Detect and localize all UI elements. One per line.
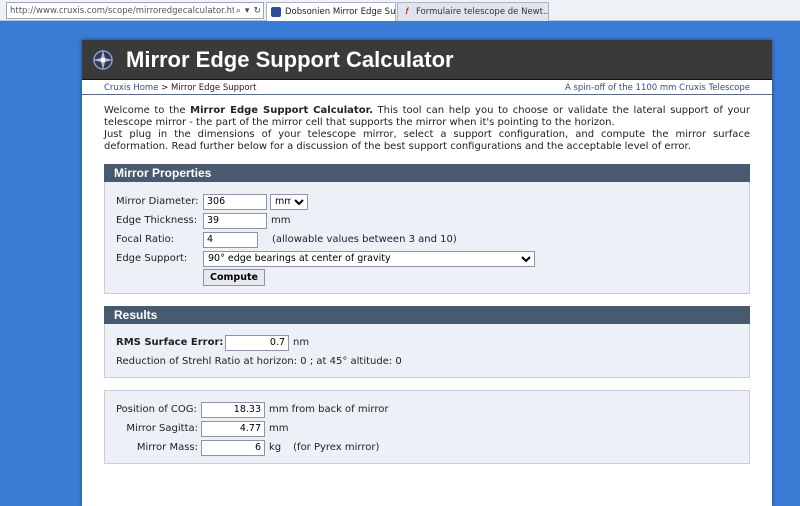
page-container: Mirror Edge Support Calculator Cruxis Ho… [82, 40, 772, 506]
diameter-unit-select[interactable]: mm [270, 193, 308, 210]
edge-support-label: Edge Support: [116, 253, 188, 264]
mirror-sagitta-label: Mirror Sagitta: [126, 423, 198, 434]
focal-ratio-label: Focal Ratio: [116, 234, 175, 245]
compute-row: Compute [116, 268, 749, 287]
address-bar-url[interactable]: http://www.cruxis.com/scope/mirroredgeca… [10, 6, 234, 16]
intro-text: Welcome to the Mirror Edge Support Calcu… [82, 95, 772, 153]
mirror-diameter-label: Mirror Diameter: [116, 196, 199, 207]
mirror-mass-unit: kg [269, 442, 282, 453]
cog-row: Position of COG: mm from back of mirror [116, 400, 749, 419]
page-banner: Mirror Edge Support Calculator [82, 40, 772, 80]
mirror-properties-panel: Mirror Diameter: mm Edge Thickness: mm F… [104, 182, 750, 294]
strehl-ratio-text: Reduction of Strehl Ratio at horizon: 0 … [116, 356, 402, 367]
focal-ratio-row: Focal Ratio: (allowable values between 3… [116, 230, 749, 249]
browser-toolbar: http://www.cruxis.com/scope/mirroredgeca… [0, 0, 800, 21]
sagitta-row: Mirror Sagitta: mm [116, 419, 749, 438]
mirror-sagitta-unit: mm [269, 423, 289, 434]
mirror-sagitta-value[interactable] [201, 420, 265, 437]
cog-position-unit: mm from back of mirror [269, 404, 389, 415]
rms-surface-error-label: RMS Surface Error: [116, 337, 224, 348]
breadcrumb-bar: Cruxis Home > Mirror Edge Support A spin… [82, 81, 772, 95]
spin-off-link[interactable]: A spin-off of the 1100 mm Cruxis Telesco… [565, 83, 750, 93]
intro-text-prefix: Welcome to the [104, 105, 191, 116]
tab-title: Dobsonien Mirror Edge Sup... [285, 7, 396, 17]
mirror-properties-heading: Mirror Properties [104, 164, 750, 182]
breadcrumb-home-link[interactable]: Cruxis Home [104, 83, 158, 93]
results-error-panel: RMS Surface Error: nm Reduction of Streh… [104, 324, 750, 378]
mirror-mass-label: Mirror Mass: [136, 442, 198, 453]
mirror-mass-note: (for Pyrex mirror) [293, 442, 380, 453]
rms-surface-error-value[interactable] [225, 334, 289, 351]
strehl-row: Reduction of Strehl Ratio at horizon: 0 … [116, 352, 749, 371]
cog-position-label: Position of COG: [116, 404, 197, 415]
edge-thickness-unit: mm [271, 215, 291, 226]
edge-support-select[interactable]: 90° edge bearings at center of gravity [203, 250, 535, 267]
mirror-diameter-row: Mirror Diameter: mm [116, 192, 749, 211]
rms-unit: nm [293, 337, 310, 348]
results-geometry-panel: Position of COG: mm from back of mirror … [104, 390, 750, 464]
intro-paragraph-2: Just plug in the dimensions of your tele… [104, 129, 750, 152]
compute-button[interactable]: Compute [203, 269, 265, 286]
edge-thickness-input[interactable] [203, 212, 267, 229]
tab-mirror-edge-support[interactable]: Dobsonien Mirror Edge Sup... × [266, 2, 396, 21]
mirror-diameter-input[interactable] [203, 193, 267, 210]
edge-thickness-label: Edge Thickness: [116, 215, 198, 226]
refresh-icon[interactable]: ↻ [253, 6, 261, 16]
page-title: Mirror Edge Support Calculator [126, 46, 454, 72]
dropdown-icon[interactable]: ▾ [245, 6, 250, 16]
rms-value-wrapper [225, 334, 289, 351]
address-bar[interactable]: http://www.cruxis.com/scope/mirroredgeca… [6, 2, 264, 19]
cruxis-logo-icon [93, 49, 113, 70]
site-favicon-icon: 𝑓 [405, 7, 409, 17]
search-icon[interactable]: ⌕ [236, 6, 241, 16]
edge-support-row: Edge Support: 90° edge bearings at cente… [116, 249, 749, 268]
focal-ratio-input[interactable] [203, 231, 258, 248]
breadcrumb: Cruxis Home > Mirror Edge Support [104, 83, 256, 93]
cog-position-value[interactable] [201, 401, 265, 418]
tab-title: Formulaire telescope de Newt... [416, 7, 549, 17]
tab-formulaire-telescope[interactable]: 𝑓 Formulaire telescope de Newt... [397, 2, 549, 21]
rms-row: RMS Surface Error: nm [116, 333, 749, 352]
focal-ratio-note: (allowable values between 3 and 10) [272, 234, 457, 245]
mirror-mass-value[interactable] [201, 439, 265, 456]
mass-row: Mirror Mass: kg (for Pyrex mirror) [116, 438, 749, 457]
edge-thickness-row: Edge Thickness: mm [116, 211, 749, 230]
breadcrumb-separator: > [158, 83, 171, 93]
breadcrumb-current: Mirror Edge Support [170, 83, 257, 93]
intro-tool-name: Mirror Edge Support Calculator. [190, 105, 373, 116]
intro-paragraph-1: Welcome to the Mirror Edge Support Calcu… [104, 105, 750, 129]
site-favicon-icon [271, 7, 281, 17]
results-heading: Results [104, 306, 750, 324]
